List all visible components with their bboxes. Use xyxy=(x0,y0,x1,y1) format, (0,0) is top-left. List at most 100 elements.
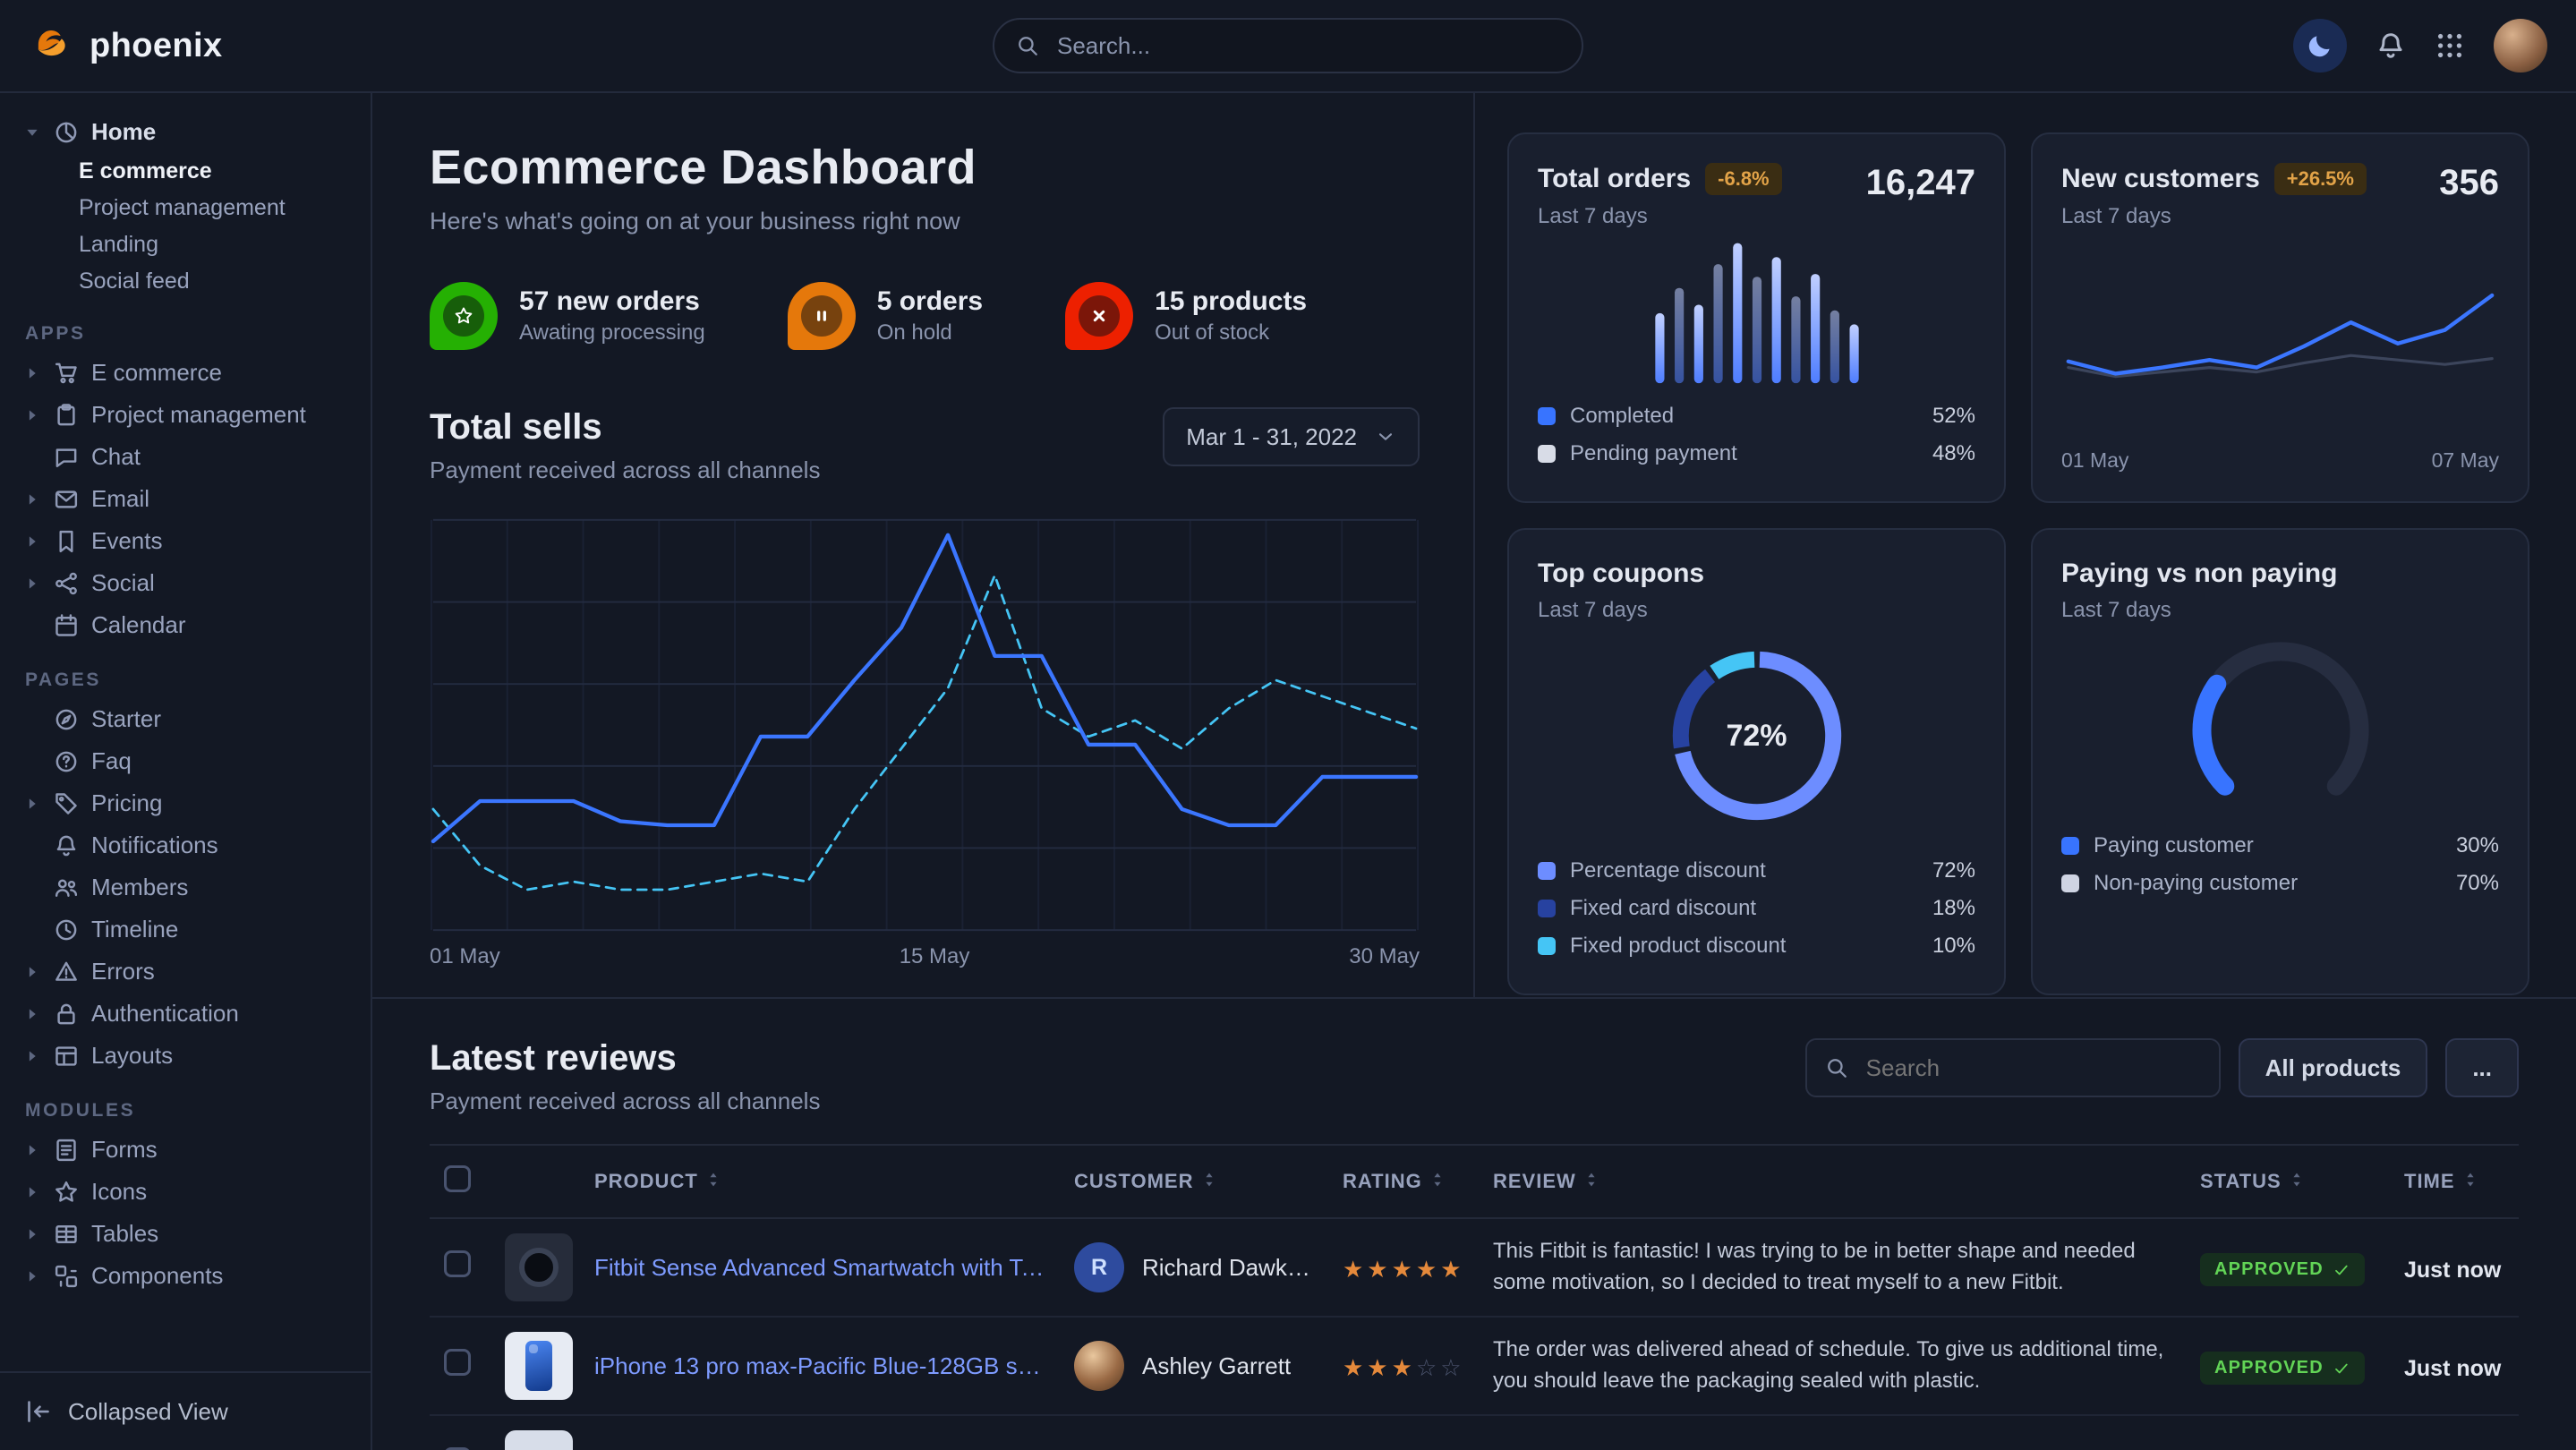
rating-stars: ★★★☆☆ xyxy=(1343,1354,1465,1381)
sidebar-item-components[interactable]: Components xyxy=(0,1255,371,1297)
sidebar-item-tables[interactable]: Tables xyxy=(0,1213,371,1255)
theme-toggle-button[interactable] xyxy=(2293,19,2347,72)
sidebar-item-landing[interactable]: Landing xyxy=(0,226,371,263)
sidebar-section-modules: MODULES xyxy=(25,1100,371,1122)
cell-rating xyxy=(1328,1415,1479,1450)
column-header-product[interactable]: PRODUCT xyxy=(580,1145,1060,1218)
latest-reviews-section: Latest reviews Payment received across a… xyxy=(372,997,2576,1450)
row-checkbox[interactable] xyxy=(444,1250,471,1277)
all-products-button[interactable]: All products xyxy=(2239,1038,2428,1097)
sort-icon[interactable] xyxy=(1428,1170,1447,1190)
total-sells-chart-area: 01 May 15 May 30 May xyxy=(430,516,1420,977)
sidebar-item-email[interactable]: Email xyxy=(0,478,371,520)
sidebar-item-label: Notifications xyxy=(91,832,218,859)
sidebar-item-authentication[interactable]: Authentication xyxy=(0,993,371,1035)
cell-thumb xyxy=(490,1218,580,1317)
sidebar-item-label: Forms xyxy=(91,1136,158,1164)
users-icon xyxy=(54,875,79,900)
sidebar-item-members[interactable]: Members xyxy=(0,866,371,908)
legend-item: Completed52% xyxy=(1538,397,1975,435)
cell-checkbox xyxy=(430,1218,490,1317)
phone-body xyxy=(525,1341,552,1391)
sort-icon[interactable] xyxy=(704,1170,723,1190)
sidebar-item-label: Members xyxy=(91,874,188,901)
column-label: STATUS xyxy=(2200,1170,2282,1192)
search-icon xyxy=(1825,1056,1848,1079)
sidebar-item-social[interactable]: Social xyxy=(0,562,371,604)
legend-item: Fixed product discount10% xyxy=(1538,927,1975,965)
cell-thumb xyxy=(490,1317,580,1415)
sidebar-item-forms[interactable]: Forms xyxy=(0,1129,371,1171)
sort-icon[interactable] xyxy=(2461,1170,2480,1190)
x-label: 01 May xyxy=(430,944,500,969)
sort-icon[interactable] xyxy=(1199,1170,1219,1190)
legend-value: 10% xyxy=(1932,934,1975,959)
sidebar-item-e-commerce[interactable]: E commerce xyxy=(0,352,371,394)
cell-time: Just now xyxy=(2390,1317,2519,1415)
sidebar-item-e-commerce[interactable]: E commerce xyxy=(0,153,371,190)
sidebar-item-label: Home xyxy=(91,118,156,146)
column-header-customer[interactable]: CUSTOMER xyxy=(1060,1145,1328,1218)
caret-right-icon xyxy=(23,753,41,771)
brand[interactable]: phoenix xyxy=(29,22,372,69)
sidebar-item-social-feed[interactable]: Social feed xyxy=(0,263,371,300)
sidebar-item-icons[interactable]: Icons xyxy=(0,1171,371,1213)
sidebar-item-errors[interactable]: Errors xyxy=(0,951,371,993)
sidebar-item-home[interactable]: Home xyxy=(0,111,371,153)
column-header-status[interactable]: STATUS xyxy=(2186,1145,2390,1218)
sidebar-item-layouts[interactable]: Layouts xyxy=(0,1035,371,1077)
customer-cell: RRichard Dawkins xyxy=(1074,1242,1314,1292)
sidebar-item-label: Calendar xyxy=(91,611,186,639)
sidebar-item-timeline[interactable]: Timeline xyxy=(0,908,371,951)
sidebar-item-project-management[interactable]: Project management xyxy=(0,394,371,436)
review-time: Just now xyxy=(2404,1356,2501,1381)
select-all-checkbox[interactable] xyxy=(444,1165,471,1192)
sidebar-item-calendar[interactable]: Calendar xyxy=(0,604,371,646)
moon-icon xyxy=(2306,31,2334,60)
sidebar-item-notifications[interactable]: Notifications xyxy=(0,824,371,866)
topbar-search[interactable] xyxy=(993,18,1583,73)
sidebar-item-chat[interactable]: Chat xyxy=(0,436,371,478)
reviews-search-input[interactable] xyxy=(1863,1053,2201,1084)
customer-name: Ashley Garrett xyxy=(1142,1352,1291,1380)
column-header-rating[interactable]: RATING xyxy=(1328,1145,1479,1218)
product-link[interactable]: iPhone 13 pro max-Pacific Blue-128GB sto… xyxy=(594,1352,1045,1380)
select-all-header[interactable] xyxy=(430,1145,490,1218)
sidebar-item-starter[interactable]: Starter xyxy=(0,698,371,740)
chevron-down-icon xyxy=(1375,426,1396,448)
apps-grid-icon xyxy=(2435,30,2465,61)
stat-value: 5 orders xyxy=(877,286,983,317)
sidebar-item-label: Pricing xyxy=(91,789,162,817)
card-title: Paying vs non paying xyxy=(2061,559,2337,589)
sidebar-footer-toggle[interactable]: Collapsed View xyxy=(0,1371,371,1450)
date-range-value: Mar 1 - 31, 2022 xyxy=(1186,423,1357,451)
row-checkbox[interactable] xyxy=(444,1349,471,1376)
apps-grid-button[interactable] xyxy=(2435,30,2465,61)
column-header-time[interactable]: TIME xyxy=(2390,1145,2519,1218)
legend-label: Pending payment xyxy=(1570,441,1737,466)
stat-out-of-stock: 15 productsOut of stock xyxy=(1065,282,1307,350)
sidebar-item-faq[interactable]: Faq xyxy=(0,740,371,782)
column-header-review[interactable]: REVIEW xyxy=(1479,1145,2186,1218)
legend-label: Percentage discount xyxy=(1570,858,1766,883)
search-input[interactable] xyxy=(1053,30,1560,62)
reviews-search[interactable] xyxy=(1805,1038,2221,1097)
topbar-actions xyxy=(2293,19,2547,72)
sidebar-item-events[interactable]: Events xyxy=(0,520,371,562)
product-link[interactable]: Fitbit Sense Advanced Smartwatch with To… xyxy=(594,1254,1045,1282)
sidebar-item-project-management[interactable]: Project management xyxy=(0,190,371,226)
total-sells-subtitle: Payment received across all channels xyxy=(430,456,820,484)
notifications-button[interactable] xyxy=(2376,30,2406,61)
total-sells-title: Total sells xyxy=(430,407,820,448)
legend-value: 30% xyxy=(2456,833,2499,858)
sort-icon[interactable] xyxy=(2287,1170,2307,1190)
review-time: Just now xyxy=(2404,1258,2501,1283)
caret-down-icon xyxy=(23,124,41,141)
more-options-button[interactable]: ... xyxy=(2445,1038,2519,1097)
sort-icon[interactable] xyxy=(1582,1170,1601,1190)
user-avatar[interactable] xyxy=(2494,19,2547,72)
legend-item: Fixed card discount18% xyxy=(1538,890,1975,927)
column-label: RATING xyxy=(1343,1170,1422,1192)
date-range-select[interactable]: Mar 1 - 31, 2022 xyxy=(1163,407,1420,466)
sidebar-item-pricing[interactable]: Pricing xyxy=(0,782,371,824)
